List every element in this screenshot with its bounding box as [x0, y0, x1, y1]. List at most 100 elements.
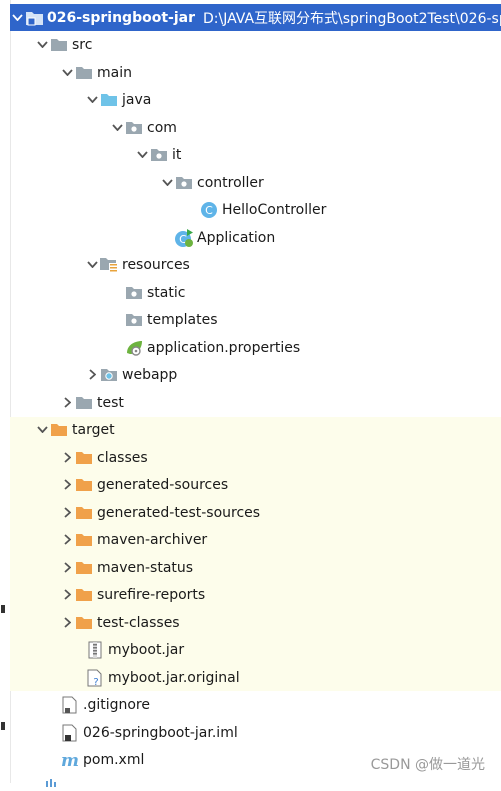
tree-label: myboot.jar.original: [108, 669, 240, 686]
text-file-icon: [60, 695, 80, 715]
excluded-folder-icon: [74, 585, 94, 605]
chevron-down-icon[interactable]: [35, 416, 49, 443]
chevron-down-icon[interactable]: [10, 4, 24, 31]
tree-label: myboot.jar: [108, 641, 185, 658]
chevron-right-icon[interactable]: [60, 444, 74, 471]
folder-icon: [49, 35, 69, 55]
tree-node-gitignore[interactable]: .gitignore: [10, 691, 501, 718]
chevron-right-icon[interactable]: [85, 361, 99, 388]
tree-node-generated-sources[interactable]: generated-sources: [10, 471, 501, 498]
jar-file-icon: [85, 640, 105, 660]
web-folder-icon: [99, 365, 119, 385]
chevron-right-icon[interactable]: [60, 581, 74, 608]
tree-label: .gitignore: [83, 696, 150, 713]
excluded-folder-icon: [74, 558, 94, 578]
tree-label: controller: [197, 174, 264, 191]
external-libraries-icon[interactable]: [45, 775, 61, 787]
root-module-name: 026-springboot-jar: [47, 9, 195, 26]
chevron-down-icon[interactable]: [85, 251, 99, 278]
package-icon: [124, 118, 144, 138]
excluded-folder-icon: [74, 503, 94, 523]
tree-node-templates[interactable]: templates: [10, 306, 501, 333]
tree-label: com: [147, 119, 177, 136]
chevron-down-icon[interactable]: [60, 59, 74, 86]
source-folder-icon: [99, 90, 119, 110]
tree-node-java[interactable]: java: [10, 86, 501, 113]
spring-properties-icon: [124, 338, 144, 358]
package-icon: [124, 310, 144, 330]
chevron-right-icon[interactable]: [60, 389, 74, 416]
tree-label: HelloController: [222, 201, 327, 218]
strip-marker: [1, 722, 5, 730]
tree-label: Application: [197, 229, 276, 246]
project-tree: 026-springboot-jar D:\JAVA互联网分布式\springB…: [10, 0, 501, 787]
tree-node-application[interactable]: C Application: [10, 224, 501, 251]
strip-marker: [1, 605, 5, 613]
tree-node-main[interactable]: main: [10, 59, 501, 86]
tree-node-maven-archiver[interactable]: maven-archiver: [10, 526, 501, 553]
module-icon: [24, 8, 44, 28]
tree-node-target[interactable]: target: [10, 416, 501, 443]
tree-label: java: [122, 91, 152, 108]
chevron-down-icon[interactable]: [160, 169, 174, 196]
tree-label: pom.xml: [83, 751, 145, 768]
tree-node-generated-test-sources[interactable]: generated-test-sources: [10, 499, 501, 526]
tree-label: target: [72, 421, 115, 438]
tree-node-maven-status[interactable]: maven-status: [10, 554, 501, 581]
tree-label: static: [147, 284, 186, 301]
tree-node-application-properties[interactable]: application.properties: [10, 334, 501, 361]
chevron-right-icon[interactable]: [60, 499, 74, 526]
tree-node-webapp[interactable]: webapp: [10, 361, 501, 388]
tree-node-resources[interactable]: resources: [10, 251, 501, 278]
tree-node-classes[interactable]: classes: [10, 444, 501, 471]
chevron-right-icon[interactable]: [60, 554, 74, 581]
package-icon: [149, 145, 169, 165]
tree-node-hello-controller[interactable]: C HelloController: [10, 196, 501, 223]
watermark: CSDN @做一道光: [370, 757, 485, 773]
tree-label: resources: [122, 256, 190, 273]
tree-label: surefire-reports: [97, 586, 206, 603]
tree-node-static[interactable]: static: [10, 279, 501, 306]
folder-icon: [74, 63, 94, 83]
tree-label: generated-test-sources: [97, 504, 261, 521]
chevron-down-icon[interactable]: [35, 31, 49, 58]
tree-node-root[interactable]: 026-springboot-jar D:\JAVA互联网分布式\springB…: [10, 4, 501, 31]
tree-label: 026-springboot-jar.iml: [83, 724, 238, 741]
tree-label: classes: [97, 449, 148, 466]
tree-label: maven-archiver: [97, 531, 208, 548]
tree-node-surefire-reports[interactable]: surefire-reports: [10, 581, 501, 608]
tree-node-test[interactable]: test: [10, 389, 501, 416]
tree-node-iml[interactable]: 026-springboot-jar.iml: [10, 719, 501, 746]
chevron-right-icon[interactable]: [60, 609, 74, 636]
package-icon: [174, 173, 194, 193]
chevron-down-icon[interactable]: [85, 86, 99, 113]
tree-label: src: [72, 36, 93, 53]
svg-text:m: m: [61, 752, 79, 768]
tree-node-it[interactable]: it: [10, 141, 501, 168]
spring-boot-app-icon: C: [174, 228, 194, 248]
chevron-down-icon[interactable]: [110, 114, 124, 141]
tree-node-controller[interactable]: controller: [10, 169, 501, 196]
tree-node-src[interactable]: src: [10, 31, 501, 58]
class-icon: C: [199, 200, 219, 220]
tree-label: templates: [147, 311, 218, 328]
tree-node-myboot-jar[interactable]: myboot.jar: [10, 636, 501, 663]
chevron-down-icon[interactable]: [135, 141, 149, 168]
folder-icon: [74, 393, 94, 413]
tree-label: test: [97, 394, 124, 411]
excluded-folder-icon: [74, 448, 94, 468]
tree-node-test-classes[interactable]: test-classes: [10, 609, 501, 636]
chevron-right-icon[interactable]: [60, 471, 74, 498]
module-file-icon: [60, 723, 80, 743]
tree-label: test-classes: [97, 614, 180, 631]
unknown-file-icon: ?: [85, 668, 105, 688]
chevron-right-icon[interactable]: [60, 526, 74, 553]
tree-node-myboot-jar-original[interactable]: ? myboot.jar.original: [10, 664, 501, 691]
tree-label: maven-status: [97, 559, 194, 576]
tree-label: webapp: [122, 366, 178, 383]
maven-icon: m: [60, 750, 80, 770]
excluded-folder-icon: [49, 420, 69, 440]
svg-text:?: ?: [93, 677, 98, 687]
tree-node-com[interactable]: com: [10, 114, 501, 141]
tree-label: generated-sources: [97, 476, 229, 493]
